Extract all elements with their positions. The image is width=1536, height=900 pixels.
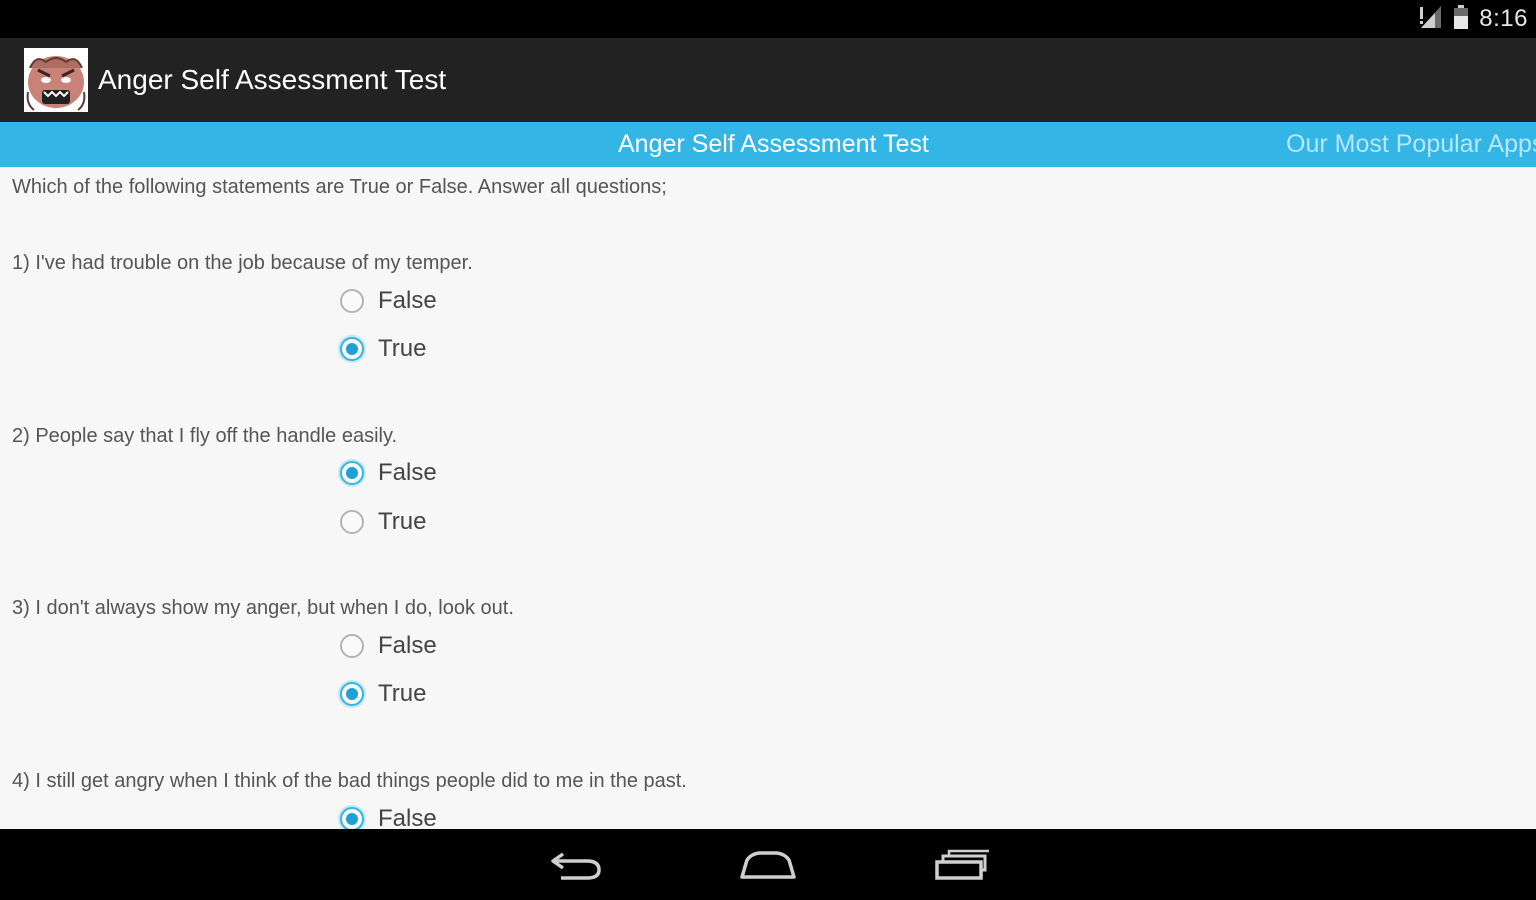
question-4-text: 4) I still get angry when I think of the…	[12, 770, 687, 792]
question-2-text: 2) People say that I fly off the handle …	[12, 425, 398, 447]
q3-true-radio[interactable]	[340, 682, 364, 706]
app-logo-icon[interactable]	[24, 48, 88, 112]
tab-strip: Anger Self Assessment Test Our Most Popu…	[0, 122, 1536, 167]
screen: 8:16 Anger Self Assessment Test Anger Se…	[0, 0, 1536, 900]
home-icon[interactable]	[733, 843, 803, 887]
tab-anger-self-assessment-test[interactable]: Anger Self Assessment Test	[618, 122, 929, 167]
status-icons: 8:16	[1419, 4, 1528, 34]
navigation-bar	[0, 829, 1536, 900]
quiz-content[interactable]: Which of the following statements are Tr…	[0, 167, 1536, 829]
q1-true-label[interactable]: True	[378, 335, 426, 363]
q2-option-true[interactable]: True	[340, 507, 426, 537]
q4-false-label[interactable]: False	[378, 805, 437, 829]
q3-option-true[interactable]: True	[340, 679, 426, 709]
q2-true-label[interactable]: True	[378, 508, 426, 536]
q1-option-false[interactable]: False	[340, 286, 437, 316]
q4-option-false[interactable]: False	[340, 804, 437, 829]
q1-false-radio[interactable]	[340, 289, 364, 313]
action-bar: Anger Self Assessment Test	[0, 38, 1536, 122]
q2-true-radio[interactable]	[340, 510, 364, 534]
q4-false-radio[interactable]	[340, 807, 364, 829]
instructions-text: Which of the following statements are Tr…	[12, 176, 667, 198]
q3-option-false[interactable]: False	[340, 631, 437, 661]
q2-false-label[interactable]: False	[378, 459, 437, 487]
q2-false-radio[interactable]	[340, 461, 364, 485]
signal-icon	[1419, 4, 1443, 35]
battery-icon	[1453, 4, 1469, 35]
tab-our-most-popular-apps[interactable]: Our Most Popular Apps	[1286, 122, 1536, 167]
q3-false-label[interactable]: False	[378, 632, 437, 660]
q1-true-radio[interactable]	[340, 337, 364, 361]
q2-option-false[interactable]: False	[340, 458, 437, 488]
back-icon[interactable]	[542, 843, 612, 887]
question-1-text: 1) I've had trouble on the job because o…	[12, 252, 473, 274]
app-title: Anger Self Assessment Test	[98, 64, 447, 95]
status-time: 8:16	[1479, 5, 1528, 32]
question-3-text: 3) I don't always show my anger, but whe…	[12, 597, 514, 619]
recent-apps-icon[interactable]	[927, 843, 997, 887]
q3-false-radio[interactable]	[340, 634, 364, 658]
q3-true-label[interactable]: True	[378, 680, 426, 708]
q1-false-label[interactable]: False	[378, 287, 437, 315]
status-bar: 8:16	[0, 0, 1536, 38]
q1-option-true[interactable]: True	[340, 334, 426, 364]
